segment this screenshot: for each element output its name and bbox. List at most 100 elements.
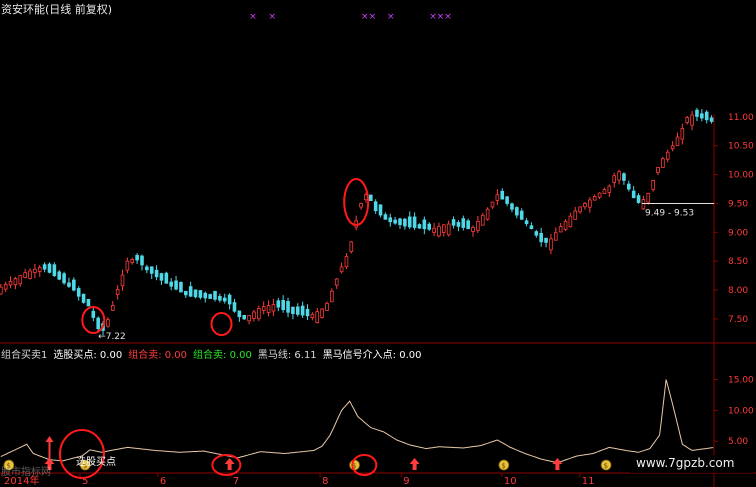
candle-body xyxy=(76,288,81,297)
candle-body xyxy=(544,237,548,243)
candle-body xyxy=(573,210,578,220)
candle-body xyxy=(680,128,685,140)
x-tick-label: 9 xyxy=(403,476,409,487)
candle-body xyxy=(553,232,558,241)
candle-body xyxy=(612,175,617,183)
candle-body xyxy=(661,158,665,168)
price-y-tick-label: 10.00 xyxy=(728,171,754,181)
x-tick-label: 8 xyxy=(322,476,328,487)
candle-body xyxy=(130,259,135,263)
candle-body xyxy=(164,272,169,284)
candle-body xyxy=(232,302,237,312)
candle-body xyxy=(407,216,412,228)
indicator-header-item: 黑马信号介入点: 0.00 xyxy=(322,350,422,361)
candle-body xyxy=(28,270,32,279)
candle-body xyxy=(622,173,626,181)
buy-point-label: 选股买点 xyxy=(76,457,116,468)
low-price-label: ←7.22 xyxy=(98,332,126,342)
candle-body xyxy=(208,294,212,299)
candle-body xyxy=(334,278,339,286)
candle-body xyxy=(558,226,563,233)
candle-body xyxy=(295,306,300,315)
candle-body xyxy=(442,224,446,233)
candle-body xyxy=(709,117,714,122)
buy-signal-arrow-icon xyxy=(45,436,54,442)
candle-body xyxy=(339,266,344,273)
x-tick-label: 6 xyxy=(160,476,166,487)
candle-body xyxy=(3,283,8,290)
candle-body xyxy=(96,317,100,330)
candle-body xyxy=(398,218,402,226)
price-y-tick-label: 7.50 xyxy=(728,315,748,325)
indicator-y-tick-label: 5.00 xyxy=(728,437,748,447)
candle-body xyxy=(159,273,164,281)
candle-body xyxy=(373,201,378,212)
candle-body xyxy=(310,313,315,318)
candle-body xyxy=(91,310,96,318)
candle-body xyxy=(451,219,456,226)
indicator-header: 组合买卖1 选股买点: 0.00 组合卖: 0.00 组合卖: 0.00 黑马线: 6.… xyxy=(1,346,428,361)
indicator-header-item: 黑马线: 6.11 xyxy=(257,350,317,361)
candle-body xyxy=(607,185,612,193)
candle-body xyxy=(23,272,27,278)
candle-body xyxy=(37,267,42,272)
candle-body xyxy=(515,207,519,216)
candle-body xyxy=(524,220,529,225)
candle-body xyxy=(188,286,193,297)
candle-body xyxy=(529,225,534,230)
candle-body xyxy=(247,315,251,322)
candle-body xyxy=(271,304,276,312)
candle-body xyxy=(330,290,334,303)
candle-body xyxy=(305,308,310,317)
x-tick-label: 7 xyxy=(233,476,239,487)
buy-arrow-icon xyxy=(224,458,235,470)
candle-body xyxy=(115,289,120,296)
candle-body xyxy=(359,203,363,208)
candle-body xyxy=(368,194,373,201)
candle-body xyxy=(135,254,139,261)
candle-body xyxy=(519,210,524,220)
candle-body xyxy=(52,264,57,277)
candle-body xyxy=(276,300,281,308)
candle-body xyxy=(349,241,354,252)
price-y-tick-label: 8.00 xyxy=(728,286,748,296)
candle-body xyxy=(110,305,115,311)
candle-body xyxy=(291,306,295,315)
magenta-signal-mark: × xyxy=(249,12,257,22)
candle-body xyxy=(227,294,232,305)
price-y-tick-label: 9.50 xyxy=(728,199,748,209)
stock-chart-canvas: 9.49 - 9.53←7.22 $ $ $ $ $ 7.508.008.509.009… xyxy=(0,0,756,487)
candle-body xyxy=(354,220,358,228)
candle-body xyxy=(500,190,505,200)
magenta-signal-mark: × xyxy=(269,12,277,22)
candle-body xyxy=(184,290,188,296)
candle-body xyxy=(505,196,509,204)
candle-body xyxy=(461,218,466,228)
candle-body xyxy=(300,305,305,316)
candle-body xyxy=(33,268,37,273)
candle-body xyxy=(636,195,641,203)
candle-body xyxy=(252,311,256,319)
indicator-header-item: 组合卖: 0.00 xyxy=(193,350,252,361)
candle-body xyxy=(646,192,651,203)
x-tick-label: 11 xyxy=(582,476,595,487)
annotation-circle xyxy=(210,312,233,336)
candle-body xyxy=(549,238,553,251)
candle-body xyxy=(412,216,417,228)
candle-body xyxy=(485,208,490,220)
candle-body xyxy=(651,179,655,190)
candle-body xyxy=(403,218,407,227)
price-y-tick-label: 9.00 xyxy=(728,228,748,238)
indicator-series-line xyxy=(0,379,714,464)
candle-body xyxy=(602,189,607,194)
candle-body xyxy=(174,280,178,290)
candle-body xyxy=(690,114,694,126)
candle-body xyxy=(286,300,290,313)
candle-body xyxy=(62,273,66,284)
candle-body xyxy=(675,136,680,147)
candle-body xyxy=(257,308,261,320)
candle-body xyxy=(203,292,208,299)
candle-body xyxy=(695,109,699,117)
candle-body xyxy=(495,194,500,201)
candle-body xyxy=(597,192,602,198)
